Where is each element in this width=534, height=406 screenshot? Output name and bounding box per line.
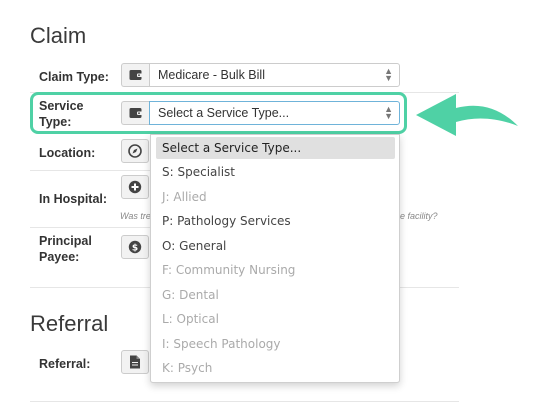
dropdown-option: L: Optical [162,312,219,326]
in-hospital-hint-start: Was tre [120,211,151,221]
dropdown-option[interactable]: S: Specialist [156,161,395,183]
svg-text:$: $ [132,243,138,253]
divider [30,401,459,402]
service-type-dropdown[interactable]: Select a Service Type... S: Specialist J… [150,134,400,383]
dropdown-option: K: Psych [162,361,213,375]
dollar-circle-icon: $ [121,235,149,259]
location-label: Location: [39,146,96,160]
in-hospital-label: In Hospital: [39,192,108,206]
referral-section-title: Referral [30,311,109,336]
select-caret-icon: ▲ ▼ [384,66,393,83]
plus-circle-icon[interactable] [121,175,149,199]
dropdown-option: F: Community Nursing [162,263,296,277]
divider [30,170,151,171]
dropdown-option: J: Allied [162,190,207,204]
document-icon [121,350,149,374]
dropdown-option: G: Dental [162,288,219,302]
principal-payee-label-line1: Principal [39,234,92,248]
dropdown-option[interactable]: Select a Service Type... [156,137,395,159]
dropdown-option[interactable]: O: General [156,235,395,257]
dropdown-option[interactable]: P: Pathology Services [156,210,395,232]
referral-label: Referral: [39,357,91,371]
divider [30,227,151,228]
arrow-left-icon [416,94,518,136]
wallet-icon [121,63,149,87]
compass-icon [121,139,149,163]
service-type-highlight [30,92,407,134]
claim-type-select[interactable]: Medicare - Bulk Bill ▲ ▼ [149,63,400,87]
principal-payee-label-line2: Payee: [39,250,80,264]
claim-type-value: Medicare - Bulk Bill [158,68,265,82]
claim-type-label: Claim Type: [39,70,109,84]
in-hospital-hint-end: e facility? [400,211,438,221]
claim-section-title: Claim [30,23,87,48]
dropdown-option: I: Speech Pathology [162,337,281,351]
principal-payee-label: Principal Payee: [39,233,92,265]
